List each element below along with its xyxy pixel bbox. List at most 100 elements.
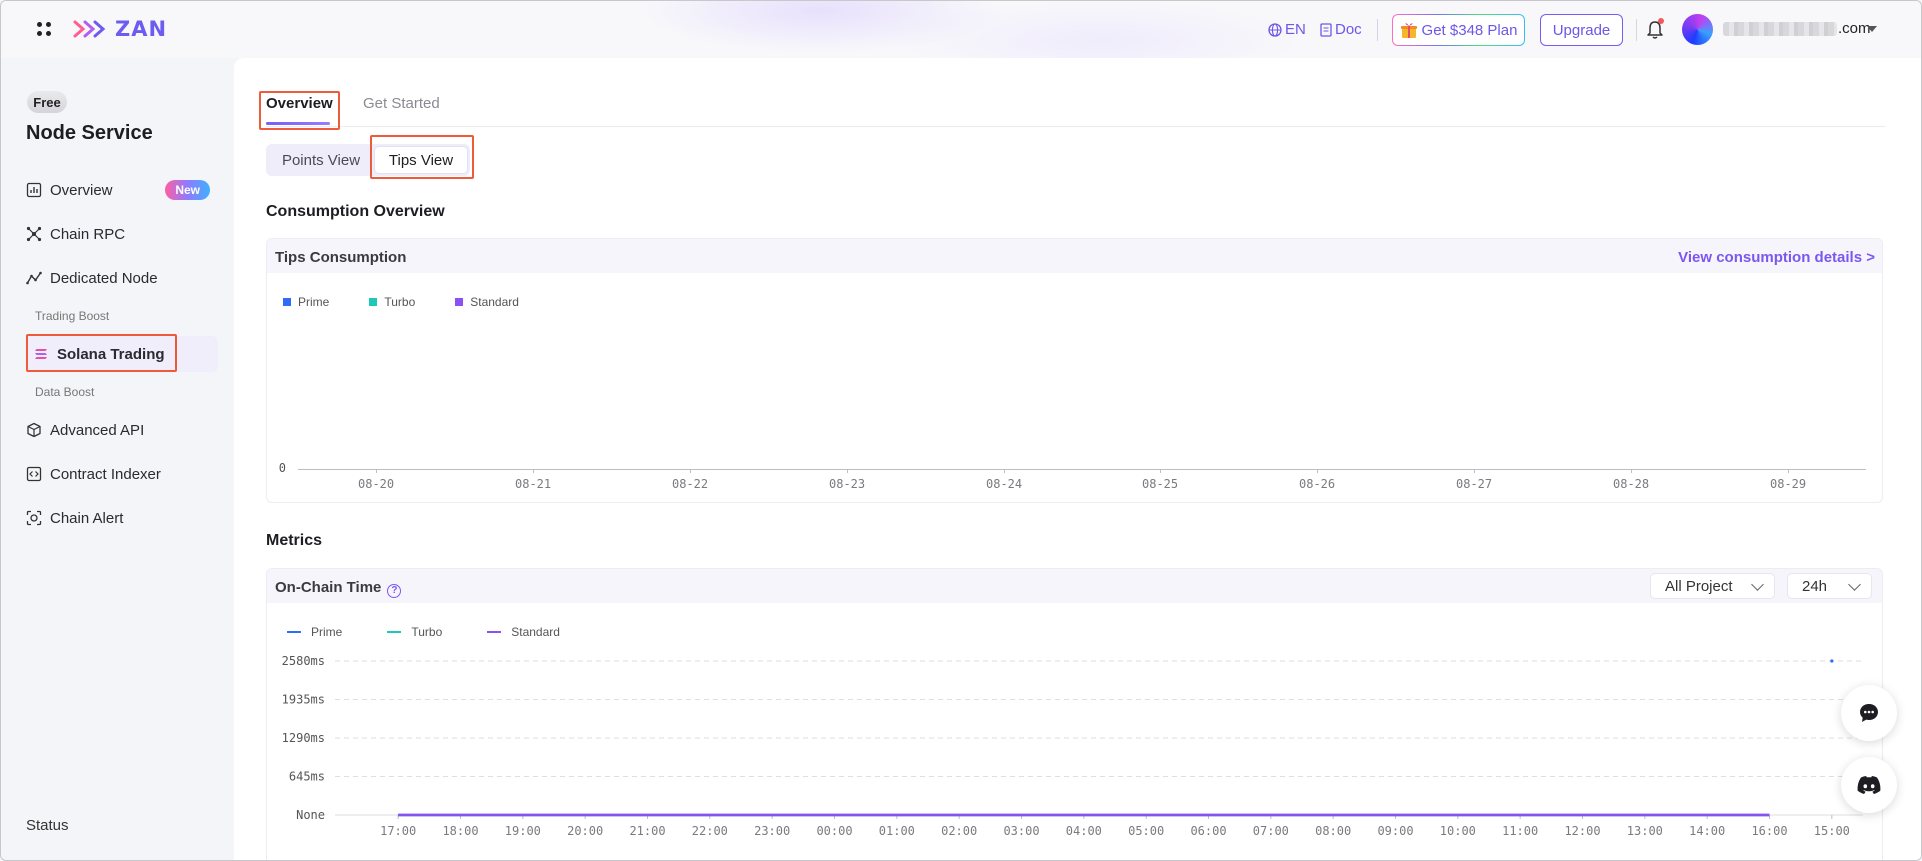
sidebar-item-dedicated-node[interactable]: Dedicated Node <box>26 260 218 296</box>
get-plan-button[interactable]: Get $348 Plan <box>1392 14 1525 46</box>
sidebar-title: Node Service <box>26 122 153 144</box>
x-tick-label: 06:00 <box>1190 824 1226 838</box>
x-tick-mark <box>1160 469 1161 473</box>
main-content: Overview Get Started Points View Tips Vi… <box>234 58 1921 860</box>
sidebar-item-label: Chain Alert <box>50 509 124 527</box>
x-tick-label: 21:00 <box>629 824 665 838</box>
y-tick-label: 2580ms <box>282 654 325 668</box>
y-tick-label: None <box>296 808 325 822</box>
tab-bar: Overview Get Started <box>266 58 1886 127</box>
x-tick-label: 23:00 <box>754 824 790 838</box>
on-chain-time-chart: None 645ms 1290ms 1935ms 2580ms 17:00 18:00 19:… <box>282 654 1863 838</box>
sidebar-item-label: Advanced API <box>50 421 145 439</box>
points-view-button[interactable]: Points View <box>266 144 376 176</box>
new-badge: New <box>165 180 210 200</box>
account-dropdown-icon[interactable] <box>1867 26 1877 32</box>
sidebar-item-solana-trading[interactable]: Solana Trading <box>26 336 218 372</box>
discord-button[interactable] <box>1841 757 1897 813</box>
x-tick-mark <box>1474 469 1475 473</box>
chat-button[interactable] <box>1841 685 1897 741</box>
x-tick-label: 08-26 <box>1299 477 1336 491</box>
x-tick-label: 18:00 <box>442 824 478 838</box>
sidebar-item-advanced-api[interactable]: Advanced API <box>26 412 218 448</box>
sidebar-item-overview[interactable]: Overview New <box>26 172 218 208</box>
network-icon <box>26 226 42 242</box>
on-chain-time-card: On-Chain Time? All Project 24h Prime Tur… <box>266 568 1883 860</box>
plan-badge: Free <box>27 91 67 113</box>
x-tick-label: 08-21 <box>515 477 552 491</box>
x-tick-label: 08:00 <box>1315 824 1351 838</box>
tab-label: Get Started <box>363 95 440 112</box>
x-tick-label: 08-25 <box>1142 477 1179 491</box>
card-title: Tips Consumption <box>275 249 407 266</box>
x-tick-mark <box>1004 469 1005 473</box>
logo-text: ZAN <box>115 17 168 41</box>
status-link[interactable]: Status <box>26 817 69 834</box>
x-tick-label: 19:00 <box>505 824 541 838</box>
x-tick-label: 08-23 <box>829 477 866 491</box>
x-tick-label: 05:00 <box>1128 824 1164 838</box>
upgrade-button[interactable]: Upgrade <box>1540 14 1623 46</box>
email-redacted <box>1723 21 1837 36</box>
legend-item-prime[interactable]: Prime <box>283 295 329 309</box>
code-box-icon <box>26 466 42 482</box>
x-tick-label: 16:00 <box>1751 824 1787 838</box>
language-switch[interactable]: EN <box>1268 21 1306 38</box>
y-tick-label: 1935ms <box>282 693 325 707</box>
tips-consumption-card: Tips Consumption View consumption detail… <box>266 238 1883 503</box>
top-bar: ZAN EN Doc Get $348 Plan Upgrade .com <box>1 1 1921 58</box>
y-tick-label: 1290ms <box>282 731 325 745</box>
sidebar-group-trading-boost: Trading Boost <box>35 309 110 323</box>
x-tick-label: 07:00 <box>1253 824 1289 838</box>
notification-dot <box>1658 18 1664 24</box>
sidebar-item-label: Solana Trading <box>57 345 165 363</box>
sidebar-item-label: Overview <box>50 181 113 199</box>
sidebar-item-contract-indexer[interactable]: Contract Indexer <box>26 456 218 492</box>
sidebar-item-chain-alert[interactable]: Chain Alert <box>26 500 218 536</box>
header-divider <box>1636 19 1637 41</box>
legend-item-standard[interactable]: Standard <box>455 295 519 309</box>
account-email[interactable]: .com <box>1723 20 1871 37</box>
x-tick-label: 08-27 <box>1456 477 1493 491</box>
x-tick-label: 14:00 <box>1689 824 1725 838</box>
x-tick-mark <box>376 469 377 473</box>
sidebar-item-chain-rpc[interactable]: Chain RPC <box>26 216 218 252</box>
x-tick-label: 08-24 <box>986 477 1023 491</box>
x-tick-label: 22:00 <box>692 824 728 838</box>
avatar[interactable] <box>1682 14 1713 45</box>
email-suffix: .com <box>1838 20 1871 37</box>
x-tick-mark <box>1788 469 1789 473</box>
zan-logo-icon <box>73 20 106 38</box>
globe-icon <box>1268 22 1282 37</box>
apps-grid-icon[interactable] <box>37 22 51 36</box>
consumption-overview-title: Consumption Overview <box>266 203 445 220</box>
x-tick-mark <box>847 469 848 473</box>
logo[interactable]: ZAN <box>73 15 167 43</box>
sidebar-group-data-boost: Data Boost <box>35 385 95 399</box>
x-tick-mark <box>533 469 534 473</box>
chat-bubble-icon <box>1860 704 1878 722</box>
tab-label: Overview <box>266 95 333 112</box>
tab-get-started[interactable]: Get Started <box>363 95 440 112</box>
doc-link[interactable]: Doc <box>1320 21 1362 38</box>
view-consumption-details-link[interactable]: View consumption details > <box>1678 249 1875 266</box>
tips-view-button[interactable]: Tips View <box>375 147 467 173</box>
data-point-prime[interactable] <box>1830 659 1834 663</box>
x-tick-mark <box>690 469 691 473</box>
alert-scan-icon <box>26 510 42 526</box>
x-tick-label: 20:00 <box>567 824 603 838</box>
document-icon <box>1320 22 1332 37</box>
y-tick-label: 0 <box>278 461 286 475</box>
header-divider <box>1377 19 1378 41</box>
tab-overview[interactable]: Overview <box>266 95 333 125</box>
x-tick-label: 01:00 <box>879 824 915 838</box>
bar-chart-icon <box>26 182 42 198</box>
x-tick-label: 17:00 <box>380 824 416 838</box>
view-toggle: Points View Tips View <box>266 144 470 176</box>
sidebar-item-label: Dedicated Node <box>50 269 158 287</box>
x-tick-label: 12:00 <box>1564 824 1600 838</box>
x-tick-label: 15:00 <box>1814 824 1850 838</box>
legend-item-turbo[interactable]: Turbo <box>369 295 415 309</box>
app-window: ZAN EN Doc Get $348 Plan Upgrade .com Fr… <box>0 0 1922 861</box>
x-tick-mark <box>1631 469 1632 473</box>
